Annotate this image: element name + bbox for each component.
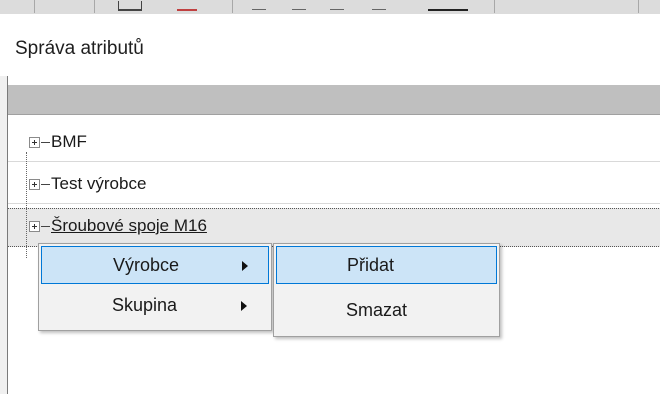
tree-node-label: Šroubové spoje M16 xyxy=(51,216,207,235)
toolbar-segment xyxy=(232,0,495,13)
tree-line xyxy=(41,226,50,227)
submenu-item-label: Smazat xyxy=(346,300,408,320)
tree-line xyxy=(41,142,50,143)
tree-node-test-vyrobce[interactable]: Test výrobce xyxy=(8,166,660,204)
submenu-arrow-icon xyxy=(242,261,248,271)
grid-header xyxy=(8,85,660,115)
submenu-item-label: Přidat xyxy=(347,255,395,275)
expand-icon[interactable] xyxy=(29,221,40,232)
submenu-item-smazat[interactable]: Smazat xyxy=(276,292,497,330)
toolbar-segment xyxy=(494,0,639,13)
submenu-item-pridat[interactable]: Přidat xyxy=(276,246,497,284)
tree-line xyxy=(41,184,50,185)
expand-icon[interactable] xyxy=(29,137,40,148)
tree-connector-line xyxy=(26,152,28,258)
expand-icon[interactable] xyxy=(29,179,40,190)
toolbar-strip xyxy=(0,0,660,15)
menu-item-label: Výrobce xyxy=(113,255,180,275)
menu-item-vyrobce[interactable]: Výrobce xyxy=(41,246,269,284)
menu-item-label: Skupina xyxy=(112,295,178,315)
tree-panel: BMF Test výrobce Šroubové spoje M16 xyxy=(7,76,660,394)
title-bar: Správa atributů xyxy=(0,14,660,76)
toolbar-segment xyxy=(94,0,233,13)
tree-node-bmf[interactable]: BMF xyxy=(8,124,660,162)
window-title: Správa atributů xyxy=(15,38,144,59)
submenu: Přidat Smazat xyxy=(273,243,500,337)
tree-node-label: BMF xyxy=(51,132,87,151)
toolbar-segment xyxy=(0,0,35,13)
tree-node-sroubove-spoje[interactable]: Šroubové spoje M16 xyxy=(8,208,660,247)
context-menu: Výrobce Skupina xyxy=(38,243,272,331)
toolbar-segment xyxy=(34,0,95,13)
menu-item-skupina[interactable]: Skupina xyxy=(41,287,269,325)
tree-node-label: Test výrobce xyxy=(51,174,147,193)
submenu-arrow-icon xyxy=(241,301,247,311)
